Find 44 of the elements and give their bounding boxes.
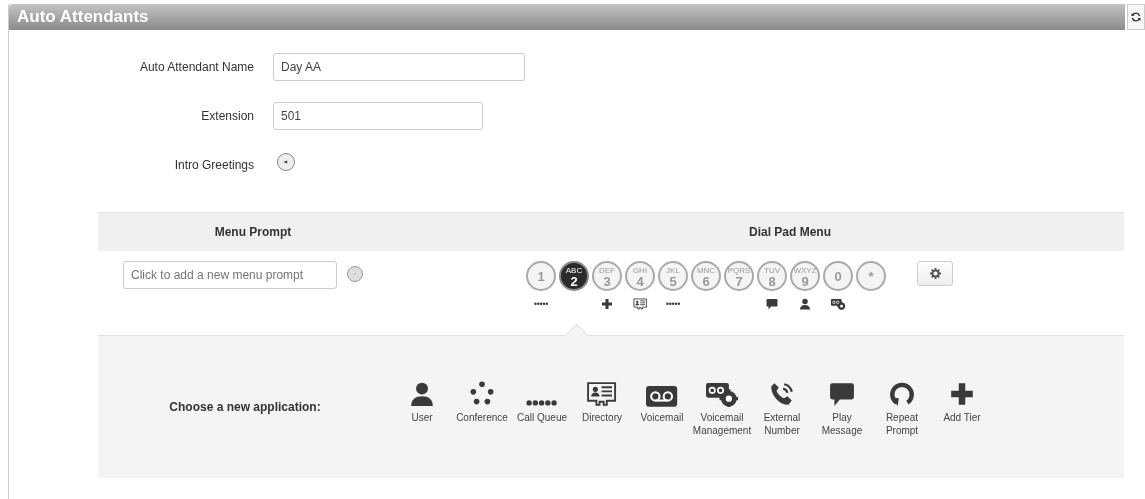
application-option[interactable]: Add Tier — [932, 377, 992, 437]
gear-icon — [929, 268, 941, 279]
panel-title: Auto Attendants — [17, 7, 149, 27]
conference-icon — [469, 381, 495, 407]
phone-icon — [769, 381, 795, 407]
application-option[interactable]: Call Queue — [512, 377, 572, 437]
field-label: Intro Greetings — [173, 158, 254, 172]
speech-bubble-icon — [766, 298, 778, 310]
menu-prompt-field[interactable]: Click to add a new menu prompt — [123, 261, 337, 289]
voicemail-gear-icon — [830, 298, 846, 310]
plus-icon — [949, 381, 975, 407]
settings-button[interactable] — [917, 261, 953, 286]
plus-icon — [601, 298, 613, 310]
text-field[interactable]: 501 — [273, 102, 483, 130]
column-header: Menu Prompt — [213, 225, 293, 239]
dial-key[interactable]: ABC 2 — [559, 261, 589, 291]
voicemail-gear-icon — [706, 381, 738, 407]
application-option[interactable]: Voicemail Management — [692, 377, 752, 437]
application-option[interactable]: Voicemail — [632, 377, 692, 437]
repeat-icon — [889, 381, 915, 407]
refresh-button[interactable] — [1127, 4, 1145, 30]
field-label: Extension — [200, 109, 254, 123]
text-field[interactable]: Day AA — [273, 53, 525, 81]
refresh-icon — [1131, 12, 1141, 22]
id-card-icon — [586, 381, 618, 407]
column-header: Dial Pad Menu — [749, 225, 831, 239]
edit-button[interactable] — [347, 266, 363, 282]
user-icon — [409, 381, 435, 407]
dots-icon — [665, 302, 681, 306]
chooser-label: Choose a new application: — [168, 400, 322, 414]
application-option[interactable]: User — [392, 377, 452, 437]
application-option[interactable]: External Number — [752, 377, 812, 437]
application-option[interactable]: Directory — [572, 377, 632, 437]
user-icon — [799, 298, 811, 310]
dots-icon — [526, 399, 558, 407]
dots-icon — [533, 302, 549, 306]
application-option[interactable]: Play Message — [812, 377, 872, 437]
voicemail-icon — [646, 386, 678, 407]
application-option[interactable]: Repeat Prompt — [872, 377, 932, 437]
speaker-button[interactable] — [277, 152, 295, 171]
application-option[interactable]: Conference — [452, 377, 512, 437]
speech-bubble-icon — [829, 381, 855, 407]
field-label: Auto Attendant Name — [138, 60, 254, 74]
id-card-icon — [632, 298, 648, 310]
